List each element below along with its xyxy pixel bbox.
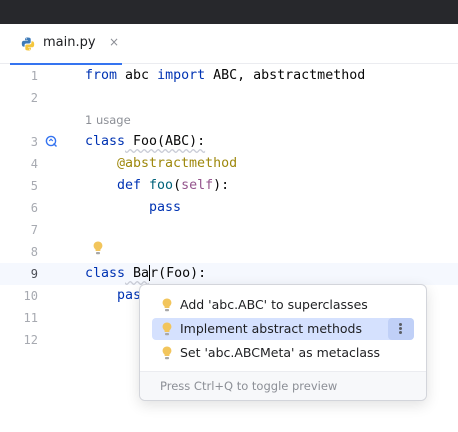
intention-item-label: Implement abstract methods [180,321,362,336]
code-line-6: pass [149,197,181,219]
class-bar-name-start: Ba [125,266,150,281]
code-line-1: from abc import ABC, abstractmethod [85,65,365,87]
line-number: 11 [23,311,38,325]
code-line-3: class Foo(ABC): [85,131,205,153]
code-line-9: class Bar(Foo): [85,263,206,285]
more-options-button[interactable] [388,318,414,340]
intention-item-set-metaclass[interactable]: Set 'abc.ABCMeta' as metaclass [152,342,414,364]
line-number: 4 [30,157,38,171]
usage-inlay-hint[interactable]: 1 usage [85,109,131,131]
keyword-def: def [117,178,142,193]
popup-footer: Press Ctrl+Q to toggle preview [140,371,426,400]
function-name: foo [149,178,174,193]
keyword-class: class [85,266,126,281]
lightbulb-icon [162,298,172,312]
class-foo-declaration: Foo(ABC): [125,134,206,149]
keyword-pass: pass [149,200,182,215]
class-bar-name-end: r(Foo): [150,266,207,281]
intention-actions-popup: Add 'abc.ABC' to superclasses Implement … [139,284,427,401]
line-number: 9 [30,267,38,281]
paren-open: ( [173,178,182,193]
keyword-pass: pas [117,288,142,303]
line-number: 10 [23,289,38,303]
vertical-dots-icon [399,323,402,326]
code-line-4: @abstractmethod [117,153,237,175]
toggle-preview-hint: Press Ctrl+Q to toggle preview [160,379,338,393]
implemented-gutter-icon[interactable] [44,134,60,150]
imported-names: ABC, abstractmethod [205,68,366,83]
line-number: 5 [30,179,38,193]
python-file-icon [21,37,35,51]
paren-close: ): [213,178,230,193]
current-line-highlight [0,263,458,285]
code-line-5: def foo(self): [117,175,229,197]
line-number: 8 [30,245,38,259]
keyword-import: import [157,68,206,83]
tab-filename: main.py [43,35,96,50]
lightbulb-icon[interactable] [93,241,103,255]
decorator: @abstractmethod [117,156,238,171]
intention-item-label: Set 'abc.ABCMeta' as metaclass [180,345,381,360]
tab-main-py[interactable]: main.py × [10,24,122,65]
lightbulb-icon [162,322,172,336]
line-number: 12 [23,333,38,347]
code-line-10: pas [117,285,141,307]
line-number: 1 [30,69,38,83]
module-name: abc [117,68,158,83]
lightbulb-icon [162,346,172,360]
keyword-class: class [85,134,126,149]
close-icon[interactable]: × [109,35,119,49]
intention-item-add-abc[interactable]: Add 'abc.ABC' to superclasses [152,294,414,316]
line-number: 7 [30,223,38,237]
keyword-from: from [85,68,118,83]
window-title-bar [0,0,458,24]
intention-item-label: Add 'abc.ABC' to superclasses [180,297,368,312]
intention-item-implement-abstract-methods[interactable]: Implement abstract methods [152,318,414,340]
editor-tab-bar: main.py × [0,24,458,65]
line-number: 2 [30,91,38,105]
self-param: self [181,178,214,193]
line-number: 6 [30,201,38,215]
